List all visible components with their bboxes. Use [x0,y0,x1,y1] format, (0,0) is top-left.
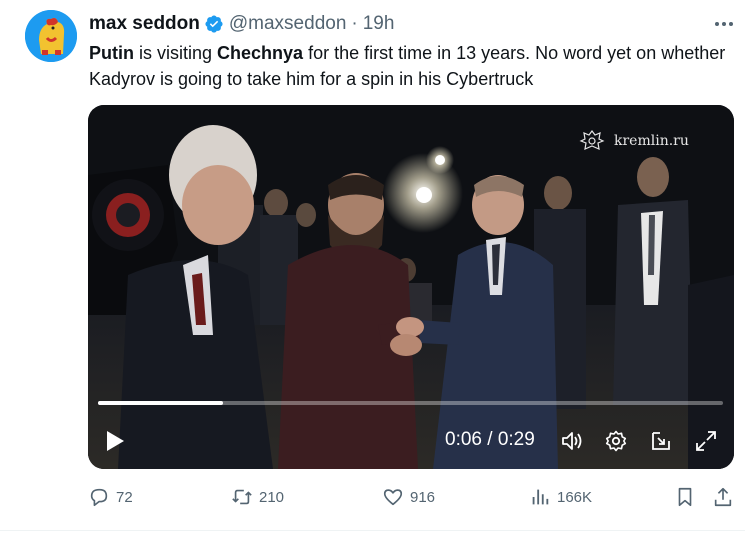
bear-logo-icon [25,10,77,62]
more-options-button[interactable] [712,14,736,34]
video-watermark: kremlin.ru [578,127,689,155]
views-button[interactable]: 166K [529,484,592,510]
avatar[interactable] [25,10,77,62]
separator-dot: · [351,13,358,34]
tweet-header: max seddon @maxseddon · 19h [89,12,394,36]
views-chart-icon [532,489,549,505]
more-dot-icon [722,22,726,26]
duration: 0:29 [497,429,535,450]
reply-icon [90,488,108,507]
video-player[interactable]: kremlin.ru 0:06 / 0:29 [88,105,734,469]
share-icon [714,487,732,507]
volume-icon[interactable] [560,429,584,453]
heart-icon [383,489,403,506]
tweet-actions: 72 210 916 166K [88,484,738,512]
repost-icon [232,489,252,505]
video-controls: 0:06 / 0:29 [88,421,734,461]
settings-gear-icon[interactable] [604,429,628,453]
bookmark-button[interactable] [674,484,702,510]
video-progress-fill [98,401,223,405]
more-dot-icon [729,22,733,26]
tweet-text-bold-chechnya: Chechnya [217,43,304,63]
tweet[interactable]: max seddon @maxseddon · 19h Putin is vis… [0,0,745,538]
views-count: 166K [557,488,593,506]
watermark-text: kremlin.ru [614,133,689,149]
tweet-text-part: is visiting [134,43,218,63]
fullscreen-icon[interactable] [694,429,718,453]
verified-badge-icon [205,15,223,33]
repost-count: 210 [259,488,285,506]
author-name[interactable]: max seddon [89,13,200,35]
kremlin-crest-icon [579,130,605,150]
author-handle[interactable]: @maxseddon [229,13,347,35]
tweet-text: Putin is visiting Chechnya for the first… [89,40,729,92]
video-timecode: 0:06 / 0:29 [445,429,535,451]
timestamp[interactable]: 19h [363,13,395,35]
like-button[interactable]: 916 [382,484,435,510]
tweet-text-bold-putin: Putin [89,43,134,63]
video-frame [88,105,734,469]
video-progress-bar[interactable] [98,401,723,405]
divider [0,530,745,531]
time-separator: / [481,429,498,450]
reply-count: 72 [116,488,133,506]
like-count: 916 [410,488,436,506]
play-icon[interactable] [104,429,126,453]
more-dot-icon [715,22,719,26]
share-button[interactable] [712,484,740,510]
reply-button[interactable]: 72 [88,484,133,510]
current-time: 0:06 [445,429,482,450]
repost-button[interactable]: 210 [231,484,284,510]
bookmark-icon [678,487,692,507]
picture-in-picture-icon[interactable] [649,429,673,453]
